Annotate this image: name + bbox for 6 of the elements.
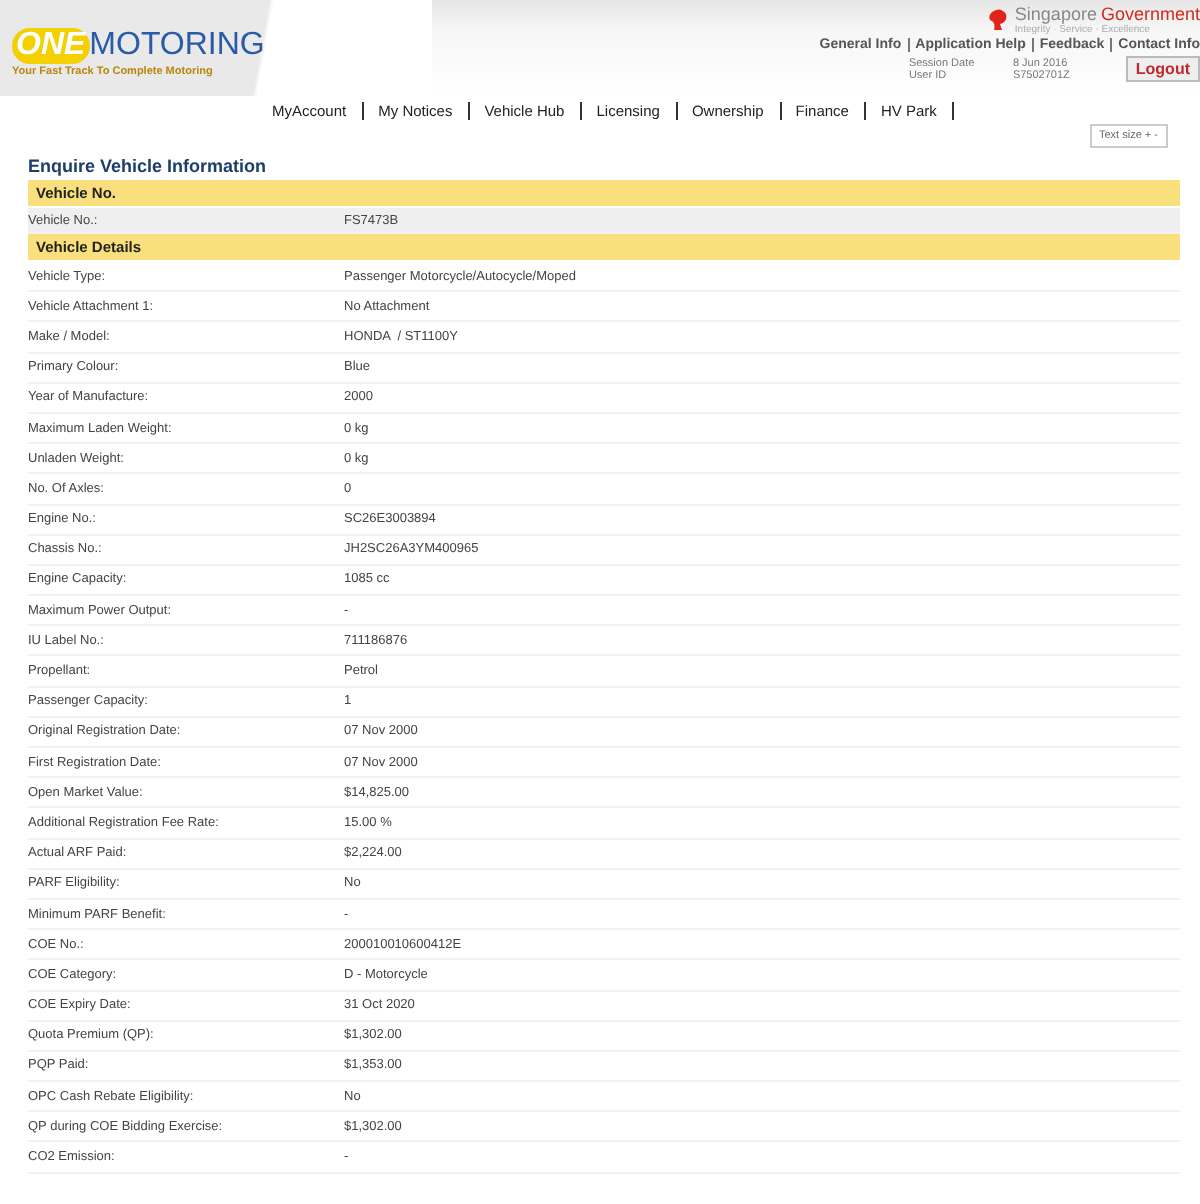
singapore-text: Singapore <box>1014 4 1097 24</box>
logo-one-text: ONE <box>12 28 90 64</box>
page-title: Enquire Vehicle Information <box>28 154 269 180</box>
government-text: Government <box>1100 4 1200 24</box>
logo-motoring-text: MOTORING <box>89 28 265 64</box>
logout-button[interactable]: Logout <box>1125 56 1200 82</box>
